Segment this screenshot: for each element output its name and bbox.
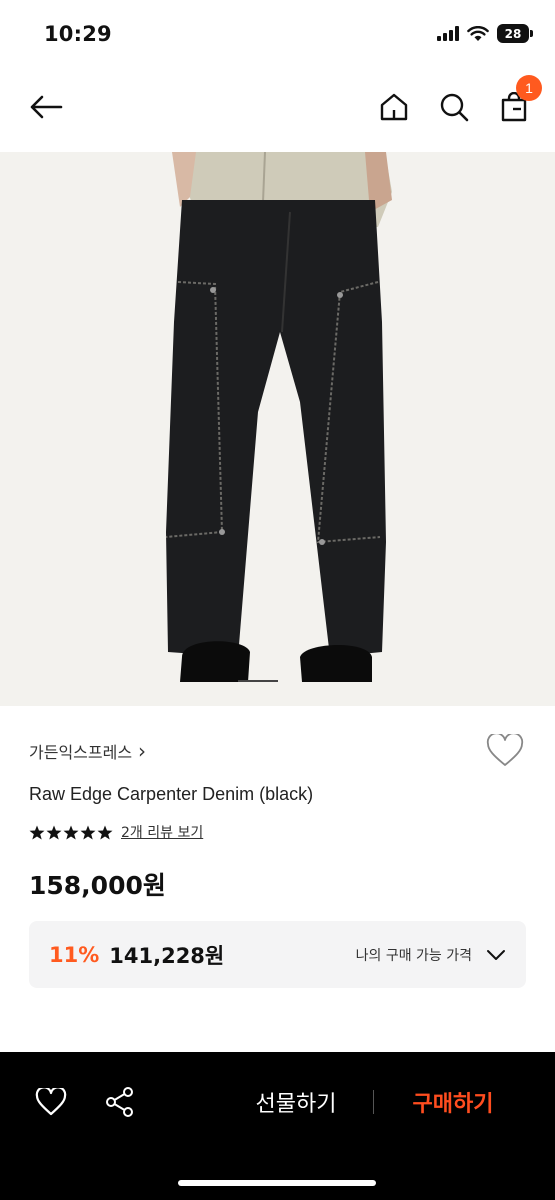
wifi-icon <box>467 25 489 41</box>
my-price-panel[interactable]: 11% 141,228원 나의 구매 가능 가격 <box>29 921 526 988</box>
cart-button[interactable]: 1 <box>494 75 542 127</box>
chevron-down-icon <box>487 949 505 960</box>
home-button[interactable] <box>374 87 414 127</box>
signal-icon <box>437 26 459 41</box>
buy-button[interactable]: 구매하기 <box>398 1086 508 1118</box>
review-link[interactable]: 2개 리뷰 보기 <box>121 822 203 842</box>
star-icon <box>80 825 96 839</box>
status-icons: 28 <box>437 24 533 43</box>
discount-percent: 11% <box>49 942 100 967</box>
wishlist-button[interactable] <box>486 732 524 772</box>
like-button[interactable] <box>33 1084 69 1120</box>
heart-icon <box>35 1088 67 1116</box>
search-button[interactable] <box>434 87 474 127</box>
home-icon <box>380 93 408 121</box>
discounted-price: 141,228원 <box>109 943 225 968</box>
gift-button[interactable]: 선물하기 <box>240 1086 352 1118</box>
brand-link[interactable]: 가든익스프레스 › <box>29 739 146 763</box>
original-price: 158,000원 <box>29 871 166 900</box>
share-icon <box>106 1087 133 1117</box>
home-indicator <box>178 1180 376 1186</box>
rating: 2개 리뷰 보기 <box>29 822 203 842</box>
back-button[interactable] <box>26 87 66 127</box>
star-icon <box>63 825 79 839</box>
star-icon <box>29 825 45 839</box>
rating-stars <box>29 825 113 840</box>
heart-icon <box>486 732 524 766</box>
star-icon <box>97 825 113 839</box>
status-time: 10:29 <box>44 22 112 46</box>
brand-name: 가든익스프레스 <box>29 743 133 762</box>
cart-count-badge: 1 <box>516 75 542 101</box>
my-price-label: 나의 구매 가능 가격 <box>355 947 472 964</box>
top-nav: 1 <box>0 75 555 145</box>
product-name: Raw Edge Carpenter Denim (black) <box>29 784 314 804</box>
divider <box>373 1090 374 1114</box>
product-photo <box>0 152 555 706</box>
battery-icon: 28 <box>497 24 533 43</box>
star-icon <box>46 825 62 839</box>
arrow-left-icon <box>30 95 63 119</box>
share-button[interactable] <box>102 1084 138 1120</box>
bottom-action-bar: 선물하기 구매하기 <box>0 1052 555 1200</box>
product-image[interactable] <box>0 152 555 706</box>
search-icon <box>440 93 469 122</box>
chevron-right-icon: › <box>138 739 147 763</box>
status-bar: 10:29 28 <box>0 0 555 70</box>
image-page-indicator <box>238 680 278 682</box>
